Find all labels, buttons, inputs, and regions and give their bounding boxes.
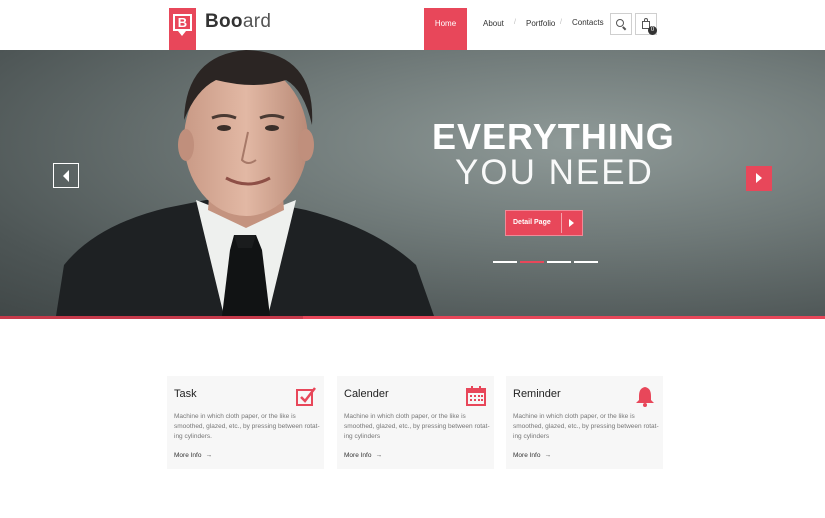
hero-person-image — [56, 50, 434, 316]
logo-tail — [178, 31, 186, 36]
chevron-right-icon — [756, 173, 762, 183]
feature-card-reminder: Reminder Machine in which cloth paper, o… — [506, 376, 663, 469]
site-header: B Booard Home About / Portfolio / Contac… — [0, 0, 825, 50]
more-info-link[interactable]: More Info → — [344, 452, 382, 459]
feature-title: Task — [174, 388, 197, 400]
more-info-label: More Info — [513, 452, 541, 459]
detail-arrow-box — [561, 213, 581, 233]
search-icon[interactable] — [610, 13, 632, 35]
feature-card-calender: Calender Machine in which cloth paper, o… — [337, 376, 494, 469]
hero-subtitle: YOU NEED — [455, 153, 654, 192]
cart-icon[interactable]: 0 — [635, 13, 657, 35]
hero-bottom-bar — [0, 316, 825, 319]
feature-description: Machine in which cloth paper, or the lik… — [174, 413, 320, 440]
arrow-right-icon: → — [205, 452, 212, 459]
feature-card-task: Task Machine in which cloth paper, or th… — [167, 376, 324, 469]
logo-letter: B — [173, 14, 192, 31]
detail-page-button[interactable]: Detail Page — [506, 211, 582, 235]
hero-progress-bar — [0, 316, 303, 319]
hero-title: EVERYTHING — [432, 116, 675, 157]
feature-description: Machine in which cloth paper, or the lik… — [344, 413, 490, 440]
play-arrow-icon — [569, 219, 574, 227]
slider-prev-button[interactable] — [53, 163, 79, 188]
slider-dot-4[interactable] — [574, 261, 598, 263]
brand-rest: ard — [242, 11, 272, 32]
more-info-link[interactable]: More Info → — [513, 452, 551, 459]
feature-description: Machine in which cloth paper, or the lik… — [513, 413, 659, 440]
slider-dot-2[interactable] — [520, 261, 544, 263]
hero-slider: EVERYTHING YOU NEED Detail Page — [0, 50, 825, 316]
chevron-left-icon — [63, 170, 69, 182]
bell-icon — [636, 387, 654, 407]
nav-about[interactable]: About — [483, 19, 504, 28]
slider-dot-1[interactable] — [493, 261, 517, 263]
more-info-link[interactable]: More Info → — [174, 452, 212, 459]
nav-portfolio[interactable]: Portfolio — [526, 19, 555, 28]
detail-page-label: Detail Page — [513, 219, 551, 226]
arrow-right-icon: → — [544, 452, 551, 459]
nav-contacts[interactable]: Contacts — [572, 18, 604, 27]
nav-home[interactable]: Home — [424, 8, 467, 50]
nav-separator: / — [514, 19, 516, 26]
brand-bold: Boo — [205, 11, 243, 32]
slider-next-button[interactable] — [746, 166, 772, 191]
more-info-label: More Info — [344, 452, 372, 459]
feature-title: Reminder — [513, 388, 561, 400]
logo-icon[interactable]: B — [169, 8, 196, 50]
feature-title: Calender — [344, 388, 389, 400]
search-handle — [622, 26, 627, 31]
cart-count-badge: 0 — [648, 26, 657, 35]
nav-separator: / — [560, 19, 562, 26]
brand-name[interactable]: Booard — [205, 11, 271, 33]
slider-dot-3[interactable] — [547, 261, 571, 263]
checkbox-icon — [296, 387, 316, 406]
calendar-icon — [466, 386, 486, 406]
more-info-label: More Info — [174, 452, 202, 459]
arrow-right-icon: → — [375, 452, 382, 459]
